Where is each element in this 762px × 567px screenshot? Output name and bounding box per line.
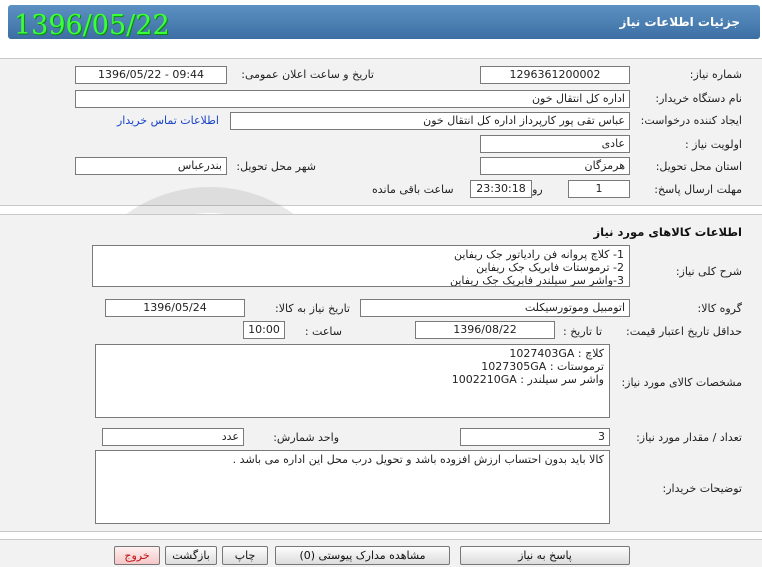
desc-label: توضیحات خریدار: [662, 482, 743, 495]
need-date-label: تاریخ نیاز به کالا: [275, 302, 350, 315]
validity-label: حداقل تاریخ اعتبار قیمت: [626, 325, 742, 338]
specs-line: واشر سر سیلندر : 1002210GA [451, 373, 604, 386]
specs-line: ترموستات : 1027305GA [481, 360, 604, 373]
deadline-days-field: 1 [568, 180, 630, 198]
print-button[interactable]: چاپ [222, 546, 268, 565]
buyer-field: اداره کل انتقال خون [75, 90, 630, 108]
reply-button[interactable]: پاسخ به نیاز [460, 546, 630, 565]
priority-label: اولویت نیاز : [684, 138, 742, 151]
unit-label: واحد شمارش: [273, 431, 339, 444]
until-date-label: تا تاریخ : [563, 325, 602, 338]
creator-label: ایجاد کننده درخواست: [640, 114, 742, 127]
need-number-label: شماره نیاز: [689, 68, 742, 81]
time-field: 10:00 [243, 321, 285, 339]
until-date-field: 1396/08/22 [415, 321, 555, 339]
specs-area: کلاچ : 1027403GA ترموستات : 1027305GA وا… [95, 344, 610, 418]
header: جزئیات اطلاعات نیاز 1396/05/22 [0, 0, 762, 54]
qty-label: تعداد / مقدار مورد نیاز: [636, 431, 742, 444]
view-attachments-button[interactable]: مشاهده مدارک پیوستی (0) [275, 546, 450, 565]
province-field: هرمزگان [480, 157, 630, 175]
page-title: جزئیات اطلاعات نیاز [619, 15, 740, 29]
deadline-time-field: 23:30:18 [470, 180, 532, 198]
city-label: شهر محل تحویل: [236, 160, 316, 173]
group-field: اتومبیل وموتورسیکلت [360, 299, 630, 317]
summary-label: شرح کلی نیاز: [675, 265, 742, 278]
province-label: استان محل تحویل: [655, 160, 742, 173]
time-label: ساعت : [304, 325, 342, 338]
summary-line: 2- ترموستات فابریک جک ریفاین [476, 261, 624, 274]
unit-field: عدد [102, 428, 244, 446]
buyer-contact-link[interactable]: اطلاعات تماس خریدار [117, 114, 219, 127]
buyer-label: نام دستگاه خریدار: [655, 92, 742, 105]
summary-line: 3-واشر سر سیلندر فابریک جک ریفاین [450, 274, 624, 287]
need-date-field: 1396/05/24 [105, 299, 245, 317]
creator-field: عباس تقی پور کارپرداز اداره کل انتقال خو… [230, 112, 630, 130]
exit-button[interactable]: خروج [114, 546, 160, 565]
date-stamp: 1396/05/22 [14, 10, 170, 41]
city-field: بندرعباس [75, 157, 227, 175]
announce-field: 1396/05/22 - 09:44 [75, 66, 227, 84]
deadline-label: مهلت ارسال پاسخ: [654, 183, 742, 196]
specs-line: کلاچ : 1027403GA [509, 347, 604, 360]
summary-area: 1- کلاچ پروانه فن رادیاتور جک ریفاین 2- … [92, 245, 630, 287]
qty-field: 3 [460, 428, 610, 446]
announce-label: تاریخ و ساعت اعلان عمومی: [241, 68, 374, 81]
summary-line: 1- کلاچ پروانه فن رادیاتور جک ریفاین [453, 248, 624, 261]
group-label: گروه کالا: [697, 302, 742, 315]
desc-area: کالا باید بدون احتساب ارزش افزوده باشد و… [95, 450, 610, 524]
remaining-text: ساعت باقی مانده [372, 183, 454, 196]
back-button[interactable]: بازگشت [165, 546, 217, 565]
specs-label: مشخصات کالای مورد نیاز: [621, 376, 742, 389]
goods-section-title: اطلاعات کالاهای مورد نیاز [593, 225, 742, 239]
priority-field: عادی [480, 135, 630, 153]
need-number-field: 1296361200002 [480, 66, 630, 84]
